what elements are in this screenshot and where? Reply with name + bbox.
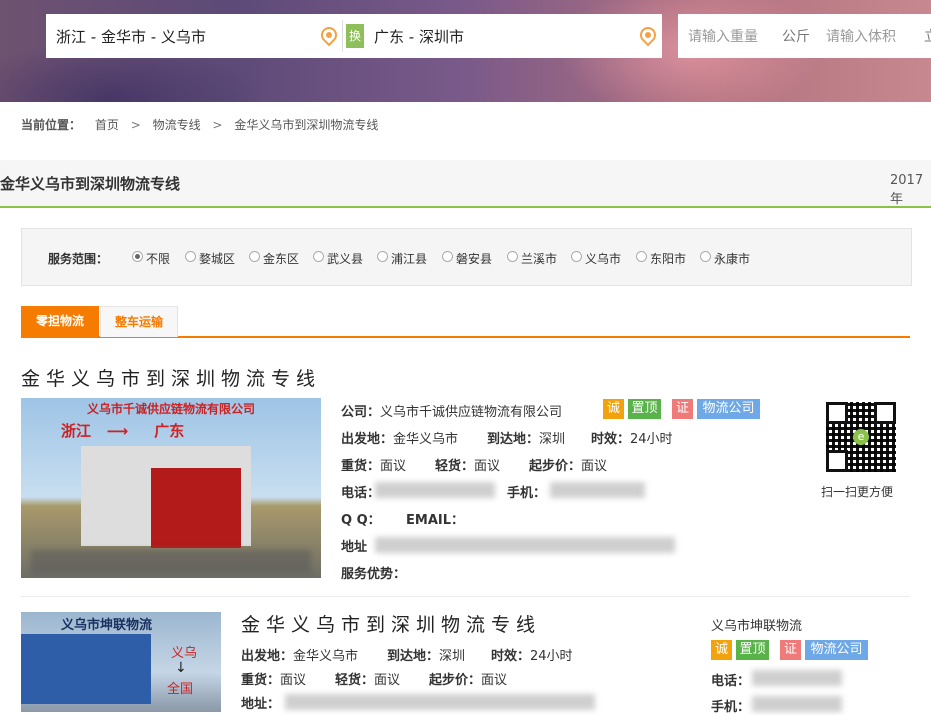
light-cargo-row: 轻货：面议 — [435, 459, 501, 474]
volume-unit: 立 — [924, 26, 931, 46]
page-title-bar: 金华义乌市到深圳物流专线 2017年 — [0, 160, 931, 208]
company-row: 公司：义乌市千诚供应链物流有限公司 — [341, 405, 563, 420]
page-title: 金华义乌市到深圳物流专线 — [0, 175, 181, 193]
heavy-cargo-row: 重货：面议 — [241, 673, 307, 688]
company-name[interactable]: 义乌市坤联物流 — [711, 615, 802, 634]
mobile-row: 手机： — [507, 486, 547, 501]
header-banner: 浙江 - 金华市 - 义乌市 换 广东 - 深圳市 请输入重量 公斤 请输入体积… — [0, 0, 931, 102]
qr-code-icon: e — [826, 402, 896, 472]
mobile-row: 手机： — [711, 700, 751, 715]
tab-ftl[interactable]: 整车运输 — [100, 306, 178, 337]
listing-title[interactable]: 金华义乌市到深圳物流专线 — [241, 610, 541, 637]
blurred-mobile — [752, 696, 842, 712]
breadcrumb-current[interactable]: 金华义乌市到深圳物流专线 — [234, 118, 378, 132]
service-area-filter: 服务范围： 不限 婺城区 金东区 武义县 浦江县 磐安县 兰溪市 义乌市 东阳市… — [21, 228, 912, 286]
blurred-address — [285, 694, 595, 710]
breadcrumb-lines[interactable]: 物流专线 — [153, 118, 201, 132]
advantage-row: 服务优势： — [341, 567, 407, 582]
breadcrumb: 当前位置： 首页 > 物流专线 > 金华义乌市到深圳物流专线 — [21, 116, 378, 133]
divider — [342, 20, 343, 52]
blurred-phone — [752, 670, 842, 686]
qr-logo-icon: e — [853, 429, 869, 445]
filter-option[interactable]: 武义县 — [313, 250, 363, 267]
truck-body — [21, 634, 151, 704]
qr-corner — [826, 450, 848, 472]
location-pin-icon[interactable] — [317, 23, 341, 47]
listing-title[interactable]: 金华义乌市到深圳物流专线 — [21, 364, 321, 391]
truck-cab — [151, 468, 241, 548]
breadcrumb-separator: > — [212, 118, 223, 132]
tab-ltl[interactable]: 零担物流 — [21, 306, 99, 336]
filter-option[interactable]: 浦江县 — [377, 250, 427, 267]
filter-option-all[interactable]: 不限 — [132, 250, 170, 267]
location-pin-icon[interactable] — [636, 23, 660, 47]
qr-corner — [874, 402, 896, 424]
listing-image[interactable]: 义乌市坤联物流 义乌 ↓ 全国 — [21, 612, 221, 712]
breadcrumb-separator: > — [130, 118, 141, 132]
blurred-phone — [375, 482, 495, 498]
email-row: EMAIL： — [406, 513, 464, 528]
filter-label: 服务范围： — [48, 252, 109, 266]
filter-option[interactable]: 磐安县 — [442, 250, 492, 267]
origin-input[interactable]: 浙江 - 金华市 - 义乌市 — [56, 26, 206, 47]
filter-option[interactable]: 东阳市 — [636, 250, 686, 267]
filter-option[interactable]: 婺城区 — [185, 250, 235, 267]
qr-corner — [826, 402, 848, 424]
filter-option[interactable]: 永康市 — [700, 250, 750, 267]
light-cargo-row: 轻货：面议 — [335, 673, 401, 688]
blurred-watermark — [31, 550, 311, 574]
arrow-down-icon: ↓ — [175, 660, 187, 676]
volume-input[interactable]: 请输入体积 — [826, 26, 896, 46]
certified-badge: 证 — [672, 399, 693, 419]
page-date: 2017年 — [890, 173, 924, 207]
certified-badge: 证 — [780, 640, 801, 660]
swap-button[interactable]: 换 — [346, 24, 364, 48]
company-type-badge: 物流公司 — [805, 640, 868, 660]
route-search-box: 浙江 - 金华市 - 义乌市 换 广东 - 深圳市 — [46, 14, 662, 58]
min-price-row: 起步价：面议 — [429, 673, 508, 688]
cargo-input-box: 请输入重量 公斤 请输入体积 立 — [678, 14, 931, 58]
destination-input[interactable]: 广东 - 深圳市 — [374, 26, 464, 47]
shipping-type-tabs: 零担物流 整车运输 — [21, 306, 910, 338]
image-route: 浙江 ⟶ 广东 — [61, 422, 185, 440]
pinned-badge: 置顶 — [736, 640, 769, 660]
breadcrumb-home[interactable]: 首页 — [95, 118, 119, 132]
listing-image[interactable]: 义乌市千诚供应链物流有限公司 浙江 ⟶ 广东 — [21, 398, 321, 578]
integrity-badge: 诚 — [603, 399, 624, 419]
address-row: 地址 — [341, 540, 368, 555]
weight-input[interactable]: 请输入重量 — [688, 26, 758, 46]
heavy-cargo-row: 重货：面议 — [341, 459, 407, 474]
filter-option[interactable]: 金东区 — [249, 250, 299, 267]
destination-row: 到达地：深圳 — [387, 649, 466, 664]
filter-option[interactable]: 义乌市 — [571, 250, 621, 267]
blurred-address — [375, 537, 675, 553]
origin-row: 出发地：金华义乌市 — [241, 649, 359, 664]
filter-option[interactable]: 兰溪市 — [507, 250, 557, 267]
min-price-row: 起步价：面议 — [529, 459, 608, 474]
breadcrumb-label: 当前位置： — [21, 118, 82, 132]
address-row: 地址： — [241, 697, 281, 712]
company-name[interactable]: 义乌市千诚供应链物流有限公司 — [380, 405, 562, 420]
weight-unit: 公斤 — [782, 29, 810, 45]
image-destination: 全国 — [167, 682, 194, 697]
timing-row: 时效：24小时 — [491, 649, 573, 664]
origin-row: 出发地：金华义乌市 — [341, 432, 459, 447]
phone-row: 电话： — [711, 674, 751, 689]
image-origin: 义乌 — [171, 646, 198, 661]
image-caption: 义乌市坤联物流 — [61, 618, 153, 633]
destination-row: 到达地：深圳 — [487, 432, 566, 447]
blurred-mobile — [550, 482, 645, 498]
listing-divider — [21, 596, 910, 597]
company-type-badge: 物流公司 — [697, 399, 760, 419]
qq-row: Q Q： — [341, 513, 381, 528]
pinned-badge: 置顶 — [628, 399, 661, 419]
timing-row: 时效：24小时 — [591, 432, 673, 447]
qr-caption: 扫一扫更方便 — [821, 485, 894, 499]
integrity-badge: 诚 — [711, 640, 732, 660]
image-caption: 义乌市千诚供应链物流有限公司 — [86, 402, 255, 416]
